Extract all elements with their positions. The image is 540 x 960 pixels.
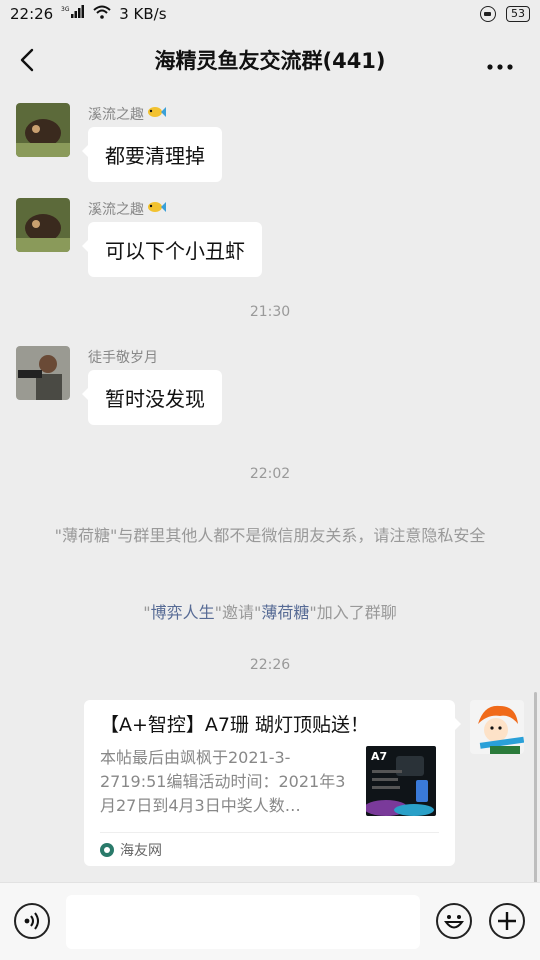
- fish-emoji-icon: [146, 105, 166, 123]
- link-card-title: 【A+智控】A7珊 瑚灯顶贴送！: [100, 714, 370, 736]
- fish-emoji-icon: [146, 200, 166, 218]
- avatar[interactable]: [470, 700, 524, 754]
- message-bubble[interactable]: 暂时没发现: [82, 370, 222, 425]
- ellipsis-icon[interactable]: [486, 48, 514, 78]
- link-card-description: 本帖最后由飒枫于2021-3-2719:51编辑活动时间：2021年3月27日到…: [100, 748, 346, 815]
- source-logo-icon: [100, 842, 114, 857]
- signal-icon: 3G: [61, 5, 85, 23]
- input-bar: [0, 882, 540, 960]
- emoji-icon[interactable]: [436, 903, 472, 939]
- status-time: 22:26: [10, 5, 54, 23]
- network-speed: 3 KB/s: [119, 5, 167, 23]
- chat-title: 海精灵鱼友交流群(441): [154, 49, 386, 73]
- link-card-thumbnail: A7: [366, 746, 436, 816]
- message-input[interactable]: [66, 895, 420, 949]
- sender-name: 溪流之趣: [88, 103, 222, 125]
- plus-icon[interactable]: [489, 903, 525, 939]
- timestamp: 22:26: [249, 657, 291, 673]
- avatar[interactable]: [16, 103, 70, 157]
- chat-area[interactable]: 溪流之趣 都要清理掉 溪流之趣 可以下个小丑虾 21:30 徒手敬岁月 暂时没发…: [0, 92, 540, 960]
- battery-indicator: 53: [506, 6, 530, 22]
- sender-name: 溪流之趣: [88, 198, 262, 220]
- svg-text:3G: 3G: [61, 6, 70, 13]
- wifi-icon: [93, 5, 111, 23]
- invite-notice: "博弈人生"邀请"薄荷糖"加入了群聊: [143, 603, 397, 622]
- chevron-left-icon[interactable]: [14, 44, 42, 76]
- link-card[interactable]: 【A+智控】A7珊 瑚灯顶贴送！ 本帖最后由飒枫于2021-3-2719:51编…: [84, 700, 461, 866]
- sender-name: 徒手敬岁月: [88, 350, 158, 366]
- avatar[interactable]: [16, 346, 70, 400]
- chat-header: 海精灵鱼友交流群(441): [0, 28, 540, 92]
- message-item: 徒手敬岁月 暂时没发现: [16, 346, 222, 425]
- link-card-source: 海友网: [100, 832, 439, 866]
- voice-icon[interactable]: [14, 903, 50, 939]
- invitee-link[interactable]: 薄荷糖: [261, 603, 309, 622]
- timestamp: 21:30: [249, 304, 291, 320]
- privacy-notice: "薄荷糖"与群里其他人都不是微信朋友关系，请注意隐私安全: [54, 526, 486, 545]
- avatar[interactable]: [16, 198, 70, 252]
- message-bubble[interactable]: 可以下个小丑虾: [82, 222, 262, 277]
- do-not-disturb-icon: [480, 6, 496, 22]
- status-bar: 22:26 3G 3 KB/s 53: [0, 0, 540, 28]
- inviter-link[interactable]: 博弈人生: [151, 603, 215, 622]
- timestamp: 22:02: [249, 466, 291, 482]
- message-item: 溪流之趣 都要清理掉: [16, 103, 222, 182]
- message-item: 溪流之趣 可以下个小丑虾: [16, 198, 262, 277]
- message-bubble[interactable]: 都要清理掉: [82, 127, 222, 182]
